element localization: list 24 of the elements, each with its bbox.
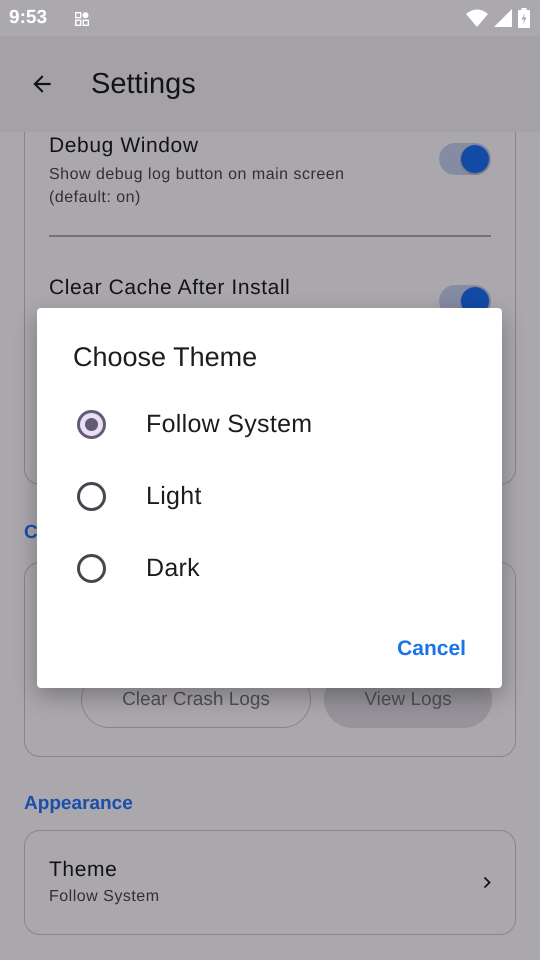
radio-button[interactable]: [77, 410, 106, 438]
section-title: C: [24, 521, 38, 545]
setting-title: Theme: [49, 857, 118, 883]
setting-title: Clear Cache After Install: [49, 275, 290, 301]
wifi-icon: [466, 9, 488, 27]
status-time: 9:53: [9, 7, 48, 29]
radio-button[interactable]: [77, 554, 106, 582]
radio-button[interactable]: [77, 482, 106, 510]
setting-description: Show debug log button on main screen (default: on): [49, 165, 346, 208]
dialog-title: Choose Theme: [73, 341, 258, 374]
option-label[interactable]: Light: [146, 482, 202, 510]
option-label[interactable]: Dark: [146, 554, 200, 582]
section-title: Appearance: [24, 792, 133, 816]
option-label[interactable]: Follow System: [146, 410, 312, 438]
signal-icon: [494, 9, 512, 27]
apps-icon: [75, 12, 90, 26]
setting-title: Debug Window: [49, 133, 199, 159]
chevron-right-icon: [483, 876, 491, 889]
theme-setting-item[interactable]: Theme Follow System: [24, 830, 516, 935]
cancel-button[interactable]: Cancel: [397, 633, 466, 665]
screen-title: Settings: [91, 68, 196, 100]
setting-value: Follow System: [49, 887, 160, 907]
battery-icon: [518, 8, 530, 28]
toggle-switch[interactable]: [439, 143, 491, 175]
